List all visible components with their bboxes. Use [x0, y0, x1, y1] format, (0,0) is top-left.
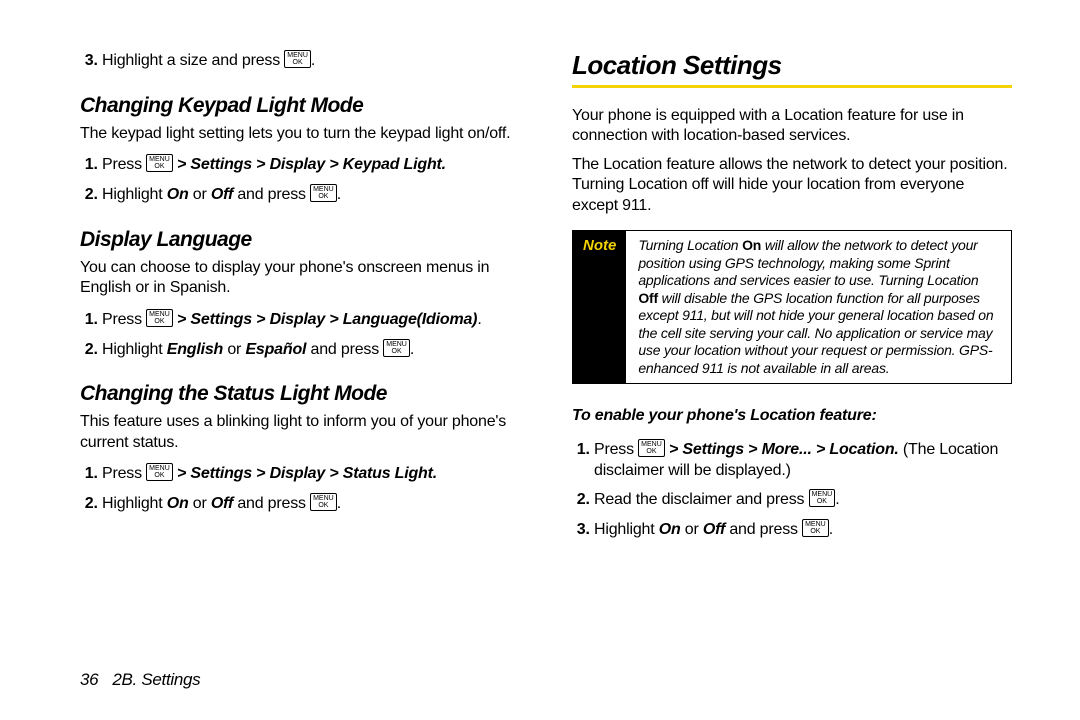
continuation-list: Highlight a size and press MENUOK.	[80, 50, 520, 80]
section-heading-location: Location Settings	[572, 50, 1012, 81]
menu-ok-key-icon: MENUOK	[383, 339, 410, 357]
steps-location: Press MENUOK > Settings > More... > Loca…	[572, 439, 1012, 549]
menu-ok-key-icon: MENUOK	[146, 309, 173, 327]
left-column: Highlight a size and press MENUOK. Chang…	[80, 48, 520, 690]
list-item: Highlight On or Off and press MENUOK.	[102, 184, 520, 206]
note-box: Note Turning Location On will allow the …	[572, 230, 1012, 384]
menu-ok-key-icon: MENUOK	[809, 489, 836, 507]
paragraph: Your phone is equipped with a Location f…	[572, 106, 1012, 147]
list-item: Read the disclaimer and press MENUOK.	[594, 489, 1012, 511]
menu-ok-key-icon: MENUOK	[638, 439, 665, 457]
subheading-status-light: Changing the Status Light Mode	[80, 382, 520, 406]
paragraph: You can choose to display your phone's o…	[80, 258, 520, 299]
note-label: Note	[573, 231, 626, 383]
list-item: Highlight a size and press MENUOK.	[102, 50, 520, 72]
paragraph: This feature uses a blinking light to in…	[80, 412, 520, 453]
steps-display-language: Press MENUOK > Settings > Display > Lang…	[80, 309, 520, 369]
list-item: Press MENUOK > Settings > Display > Keyp…	[102, 154, 520, 176]
menu-ok-key-icon: MENUOK	[284, 50, 311, 68]
right-column: Location Settings Your phone is equipped…	[572, 48, 1012, 690]
list-item: Highlight English or Español and press M…	[102, 339, 520, 361]
section-label: 2B. Settings	[112, 670, 200, 689]
list-item: Press MENUOK > Settings > Display > Stat…	[102, 463, 520, 485]
menu-ok-key-icon: MENUOK	[146, 463, 173, 481]
steps-keypad-light: Press MENUOK > Settings > Display > Keyp…	[80, 154, 520, 214]
text: Highlight a size and press	[102, 52, 284, 69]
menu-ok-key-icon: MENUOK	[146, 154, 173, 172]
steps-status-light: Press MENUOK > Settings > Display > Stat…	[80, 463, 520, 523]
subheading-display-language: Display Language	[80, 228, 520, 252]
task-heading: To enable your phone's Location feature:	[572, 406, 1012, 426]
list-item: Press MENUOK > Settings > More... > Loca…	[594, 439, 1012, 482]
heading-rule	[572, 85, 1012, 88]
list-item: Press MENUOK > Settings > Display > Lang…	[102, 309, 520, 331]
list-item: Highlight On or Off and press MENUOK.	[594, 519, 1012, 541]
menu-ok-key-icon: MENUOK	[802, 519, 829, 537]
page-number: 36	[80, 670, 98, 689]
note-body: Turning Location On will allow the netwo…	[626, 231, 1011, 383]
menu-ok-key-icon: MENUOK	[310, 184, 337, 202]
paragraph: The Location feature allows the network …	[572, 155, 1012, 216]
subheading-keypad-light: Changing Keypad Light Mode	[80, 94, 520, 118]
text: .	[311, 52, 315, 69]
page-footer: 36 2B. Settings	[80, 670, 200, 690]
paragraph: The keypad light setting lets you to tur…	[80, 124, 520, 144]
menu-ok-key-icon: MENUOK	[310, 493, 337, 511]
list-item: Highlight On or Off and press MENUOK.	[102, 493, 520, 515]
manual-page: Highlight a size and press MENUOK. Chang…	[0, 0, 1080, 720]
